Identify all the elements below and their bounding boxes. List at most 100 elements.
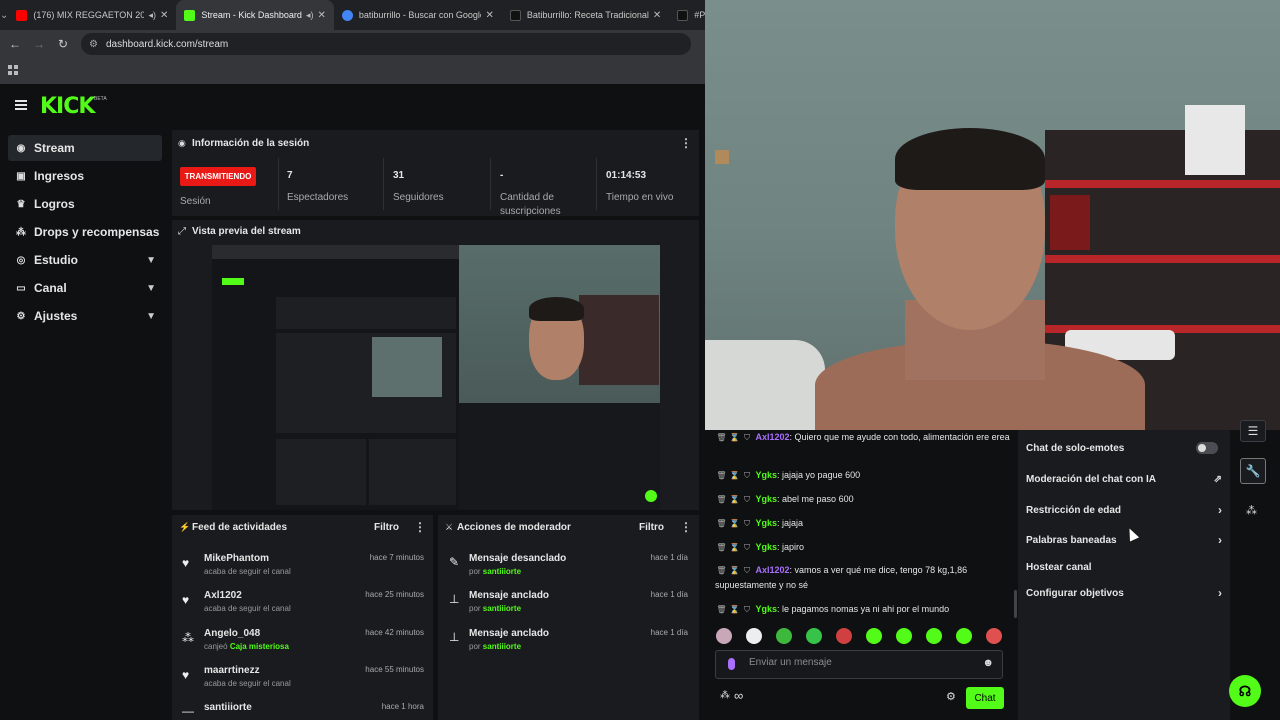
emote-icon[interactable] [806,628,822,644]
site-settings-icon[interactable]: ⚙ [89,39,98,50]
delete-icon[interactable]: 🗑 [715,603,728,617]
income-icon: ▣ [16,170,26,182]
audio-icon[interactable]: ◂) [148,10,156,21]
live-time-label: Tiempo en vivo [606,192,674,203]
tab-google[interactable]: batiburrillo - Buscar con Google ✕ [334,0,502,30]
chat-scrollbar[interactable] [1014,590,1017,618]
microphone-icon[interactable] [728,658,735,670]
menu-item-emote-only[interactable]: Chat de solo-emotes [1026,442,1226,454]
sidebar-item-drops[interactable]: ⁂ Drops y recompensas [8,219,162,245]
delete-icon[interactable]: 🗑 [715,517,728,531]
close-tab-icon[interactable]: ✕ [653,10,661,21]
emote-icon[interactable] [896,628,912,644]
sidebar-item-label: Stream [34,141,75,155]
sidebar-item-ajustes[interactable]: ⚙ Ajustes ▼ [8,303,162,329]
menu-item-age-restriction[interactable]: Restricción de edad › [1026,503,1226,517]
stream-preview-video[interactable] [212,245,660,510]
audio-icon[interactable]: ◂) [306,10,314,21]
menu-icon[interactable] [15,100,27,110]
beta-label: BETA [94,96,107,102]
more-options-icon[interactable]: ⋮ [680,136,692,150]
tiktok-icon [509,9,521,21]
close-tab-icon[interactable]: ✕ [485,10,493,21]
expand-icon[interactable]: ⤢ [178,226,186,237]
shield-icon: ⛉ [744,433,750,442]
kick-logo[interactable]: KICK [40,94,95,119]
menu-item-banned-words[interactable]: Palabras baneadas › [1026,533,1226,547]
emote-icon[interactable] [986,628,1002,644]
emote-icon[interactable] [836,628,852,644]
menu-item-configure-goals[interactable]: Configurar objetivos › [1026,586,1226,600]
close-tab-icon[interactable]: ✕ [317,10,325,21]
timeout-icon[interactable]: ⌛ [728,469,741,483]
emote-icon[interactable] [866,628,882,644]
pin-icon: ⊥ [449,630,460,644]
support-headset-icon[interactable]: ☊ [1229,675,1261,707]
more-options-icon[interactable]: ⋮ [414,520,426,534]
heart-icon: ♥ [182,556,190,570]
preview-title: Vista previa del stream [192,226,301,237]
delete-icon[interactable]: 🗑 [715,564,728,578]
send-chat-button[interactable]: Chat [966,687,1004,709]
tab-youtube[interactable]: (176) MIX REGGAETON 2024 ◂) ✕ [8,0,176,30]
gear-icon: ⚙ [16,310,26,322]
pillow [705,340,825,430]
tab-kick-dashboard[interactable]: Stream - Kick Dashboard ◂) ✕ [176,0,334,30]
address-bar: ← → ↻ ⚙ dashboard.kick.com/stream [0,30,705,58]
tab-search-icon[interactable]: ⌄ [0,0,8,30]
sidebar-item-label: Drops y recompensas [34,225,160,239]
sidebar-item-logros[interactable]: ♛ Logros [8,191,162,217]
timeout-icon[interactable]: ⌛ [728,603,741,617]
timeout-icon[interactable]: ⌛ [728,517,741,531]
list-item: ✎ Mensaje desanclado por santiiiorte hac… [449,553,688,576]
emote-icon[interactable] [776,628,792,644]
delete-icon[interactable]: 🗑 [715,431,728,445]
emote-icon[interactable] [746,628,762,644]
chat-message: 🗑 ⌛ ⛉ Ygks: jajaja [715,516,1010,531]
sidebar-item-stream[interactable]: ◉ Stream [8,135,162,161]
session-title: Información de la sesión [192,138,310,149]
emote-icon[interactable] [926,628,942,644]
menu-item-host-channel[interactable]: Hostear canal [1026,562,1226,573]
reload-icon[interactable]: ↻ [51,37,75,51]
list-item: ♥ MikePhantom acaba de seguir el canal h… [182,553,424,576]
followers-value: 31 [393,170,405,181]
tab-tiktok[interactable]: Batiburrillo: Receta Tradicional ✕ [502,0,669,30]
reward-icon[interactable]: ⁂ [1246,504,1257,517]
emote-only-toggle[interactable] [1196,442,1218,454]
delete-icon[interactable]: 🗑 [715,541,728,555]
chat-settings-icon[interactable]: ☰ [1240,420,1266,442]
timeout-icon[interactable]: ⌛ [728,541,741,555]
sidebar-item-canal[interactable]: ▭ Canal ▼ [8,275,162,301]
list-item: ⊥ Mensaje anclado por santiiiorte hace 1… [449,590,688,613]
chat-message-input[interactable] [749,657,969,668]
emote-icon[interactable] [956,628,972,644]
activity-title: Feed de actividades [192,522,288,533]
preview-dashboard-capture [212,245,459,510]
timeout-icon[interactable]: ⌛ [728,564,741,578]
sidebar-item-ingresos[interactable]: ▣ Ingresos [8,163,162,189]
mod-filter-button[interactable]: Filtro [639,522,664,533]
wrench-icon[interactable]: 🔧 [1240,458,1266,484]
timeout-icon[interactable]: ⌛ [728,493,741,507]
sidebar-item-estudio[interactable]: ◎ Estudio ▼ [8,247,162,273]
chevron-right-icon: › [1218,503,1222,517]
delete-icon[interactable]: 🗑 [715,469,728,483]
menu-item-ai-moderation[interactable]: Moderación del chat con IA ⇗ [1026,474,1226,485]
forward-icon[interactable]: → [27,37,51,51]
url-field[interactable]: ⚙ dashboard.kick.com/stream [81,33,691,55]
timeout-icon[interactable]: ⌛ [728,431,741,445]
more-options-icon[interactable]: ⋮ [680,520,692,534]
divider [596,158,597,210]
delete-icon[interactable]: 🗑 [715,493,728,507]
preview-webcam [459,245,660,403]
back-icon[interactable]: ← [3,37,27,51]
reward-icon[interactable]: ⁂ [720,690,730,701]
gear-icon[interactable]: ⚙ [946,690,956,703]
close-tab-icon[interactable]: ✕ [160,10,168,21]
emote-icon[interactable] [716,628,732,644]
activity-filter-button[interactable]: Filtro [374,522,399,533]
emoji-icon[interactable]: ☻ [982,657,994,669]
apps-grid-icon[interactable] [8,65,18,75]
shield-icon: ⛉ [744,566,750,575]
